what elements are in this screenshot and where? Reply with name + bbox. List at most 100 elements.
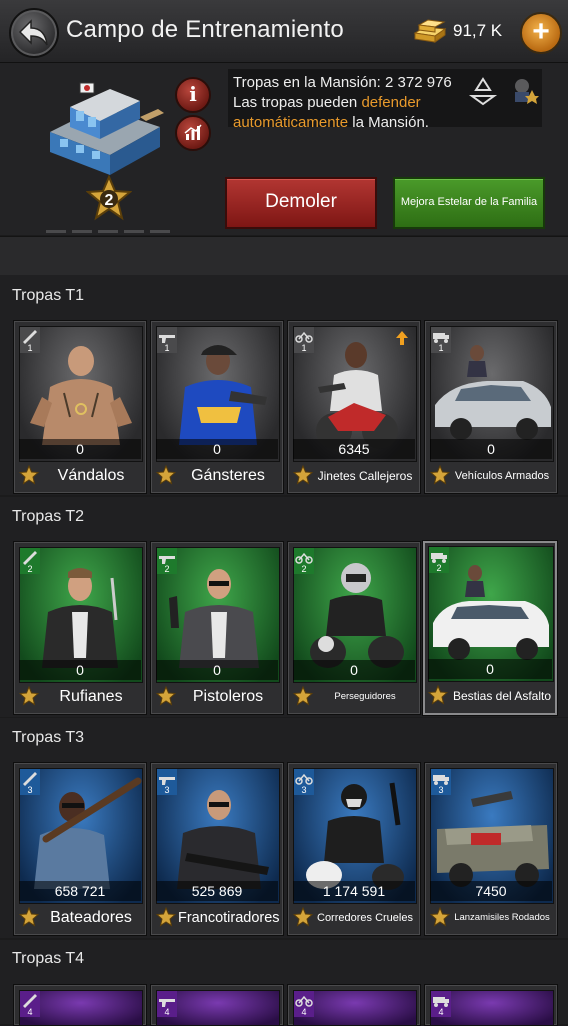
- back-arrow-icon: [19, 19, 48, 46]
- section-title-t3: Tropas T3: [12, 729, 85, 746]
- tier-number: 4: [301, 1007, 306, 1017]
- troop-name: Perseguidores Mortales: [334, 691, 396, 728]
- top-bar: Campo de Entrenamiento 91,7 K +: [0, 0, 568, 63]
- family-star-upgrade-button[interactable]: Mejora Estelar de la Familia: [393, 177, 545, 229]
- motorcycle-icon: 1: [295, 331, 313, 353]
- troop-name-row: Perseguidores Mortales: [293, 684, 415, 728]
- troop-card-vehiculos-armados[interactable]: 1 0 Vehículos Armados: [424, 320, 558, 494]
- star-icon: [19, 686, 39, 706]
- tier-badge: 4: [431, 991, 451, 1017]
- troop-name: Vehículos Armados: [454, 470, 550, 482]
- troop-card-t4-3[interactable]: 4: [287, 984, 421, 1026]
- building-panel: 2 i Tropas en la Mansión: 2 372 976 Las …: [0, 63, 568, 235]
- troop-name-row: Bestias del Asfalto: [428, 683, 552, 709]
- building-description[interactable]: Tropas en la Mansión: 2 372 976 Las trop…: [228, 69, 542, 127]
- star-icon: [293, 907, 313, 927]
- tier-badge: 4: [294, 991, 314, 1017]
- troop-card-t4-4[interactable]: 4: [424, 984, 558, 1026]
- tier-number: 2: [301, 564, 306, 574]
- tier-number: 4: [438, 1007, 443, 1017]
- troop-card-lanzamisiles-rodados[interactable]: 3 7450 Lanzamisiles Rodados: [424, 762, 558, 936]
- recycle-icon[interactable]: [468, 76, 498, 106]
- tier-number: 1: [301, 343, 306, 353]
- troop-name-row: Pistoleros: [156, 684, 278, 710]
- troop-count: 1 174 591: [293, 881, 415, 901]
- motorcycle-icon: 2: [295, 552, 313, 574]
- level-dot: [46, 230, 66, 233]
- troop-card-bestias-del-asfalto[interactable]: 2 0 Bestias del Asfalto: [422, 540, 558, 716]
- troop-count: 0: [430, 439, 552, 459]
- troop-count: 0: [156, 660, 278, 680]
- troop-count: 658 721: [19, 881, 141, 901]
- troop-name-row: Francotiradores: [156, 905, 280, 931]
- tier-number: 4: [164, 1007, 169, 1017]
- troop-card-pistoleros[interactable]: 2 0 Pistoleros: [150, 541, 284, 715]
- tier-number: 1: [164, 343, 169, 353]
- gold-bars-icon: [413, 19, 447, 43]
- star-icon: [430, 465, 450, 485]
- tier-number: 3: [301, 785, 306, 795]
- gun-icon: 2: [159, 556, 175, 574]
- troop-card-jinetes-callejeros[interactable]: 1 6345 Jinetes Callejeros: [287, 320, 421, 494]
- back-button[interactable]: [9, 8, 59, 58]
- tier-badge: 1: [157, 327, 177, 353]
- section-title-t2: Tropas T2: [12, 508, 85, 525]
- star-icon: [430, 907, 450, 927]
- troop-name-row: Gánsteres: [156, 463, 278, 489]
- troop-name: Gánsteres: [191, 467, 265, 484]
- troop-card-t4-2[interactable]: 4: [150, 984, 284, 1026]
- star-icon: [428, 685, 448, 705]
- chart-icon: [184, 124, 202, 140]
- star-icon: [19, 907, 39, 927]
- truck-icon: 1: [433, 333, 449, 353]
- troop-card-corredores-crueles[interactable]: 3 1 174 591 Corredores Crueles: [287, 762, 421, 936]
- gold-counter: 91,7 K: [411, 15, 521, 47]
- motorcycle-icon: 3: [295, 773, 313, 795]
- tier-badge: 2: [20, 548, 40, 574]
- tier-badge: 4: [20, 991, 40, 1017]
- troop-card-vandalos[interactable]: 1 0 Vándalos: [13, 320, 147, 494]
- sword-icon: 1: [23, 330, 37, 353]
- description-text: Tropas en la Mansión: 2 372 976 Las trop…: [233, 73, 463, 127]
- section-title-t4: Tropas T4: [12, 950, 85, 967]
- add-gold-button[interactable]: +: [520, 12, 562, 54]
- gun-icon: 4: [159, 999, 175, 1017]
- troop-name-row: Rufianes: [19, 684, 141, 710]
- troop-count: 0: [156, 439, 278, 459]
- troop-count: 0: [293, 660, 415, 680]
- troop-name: Pistoleros: [192, 688, 264, 705]
- troop-name: Corredores Crueles: [317, 912, 413, 924]
- tier-badge: 3: [294, 769, 314, 795]
- demolish-button[interactable]: Demoler: [225, 177, 377, 229]
- gun-icon: 3: [159, 777, 175, 795]
- troop-card-rufianes[interactable]: 2 0 Rufianes: [13, 541, 147, 715]
- troop-name: Francotiradores: [178, 910, 280, 926]
- troop-count: 0: [428, 659, 552, 679]
- tier-badge: 2: [429, 547, 449, 573]
- troop-name-row: Bateadores: [19, 905, 141, 931]
- tier-badge: 3: [20, 769, 40, 795]
- info-button[interactable]: i: [175, 77, 211, 113]
- star-icon: [19, 465, 39, 485]
- level-dot: [98, 230, 118, 233]
- tier-number: 4: [27, 1007, 32, 1017]
- troop-name-row: Vehículos Armados: [430, 463, 552, 489]
- description-highlight: defender: [361, 94, 421, 111]
- troop-card-t4-1[interactable]: 4: [13, 984, 147, 1026]
- tier-number: 1: [27, 343, 32, 353]
- description-line-3: automáticamente la Mansión.: [233, 113, 542, 127]
- level-star-badge: 2: [86, 175, 132, 221]
- troop-card-gansteres[interactable]: 1 0 Gánsteres: [150, 320, 284, 494]
- gold-amount: 91,7 K: [453, 21, 503, 40]
- stats-button[interactable]: [175, 115, 211, 151]
- troop-card-francotiradores[interactable]: 3 525 869 Francotiradores: [150, 762, 284, 936]
- tier-badge: 3: [431, 769, 451, 795]
- description-highlight: automáticamente: [233, 114, 349, 127]
- description-line-2: Las tropas pueden defender: [233, 93, 463, 113]
- troop-card-perseguidores-mortales[interactable]: 2 0 Perseguidores Mortales: [287, 541, 421, 728]
- section-title-t1: Tropas T1: [12, 287, 85, 304]
- troop-card-bateadores[interactable]: 3 658 721 Bateadores: [13, 762, 147, 936]
- troop-defense-icon[interactable]: [511, 74, 539, 106]
- gun-icon: 1: [159, 335, 175, 353]
- tier-number: 2: [164, 564, 169, 574]
